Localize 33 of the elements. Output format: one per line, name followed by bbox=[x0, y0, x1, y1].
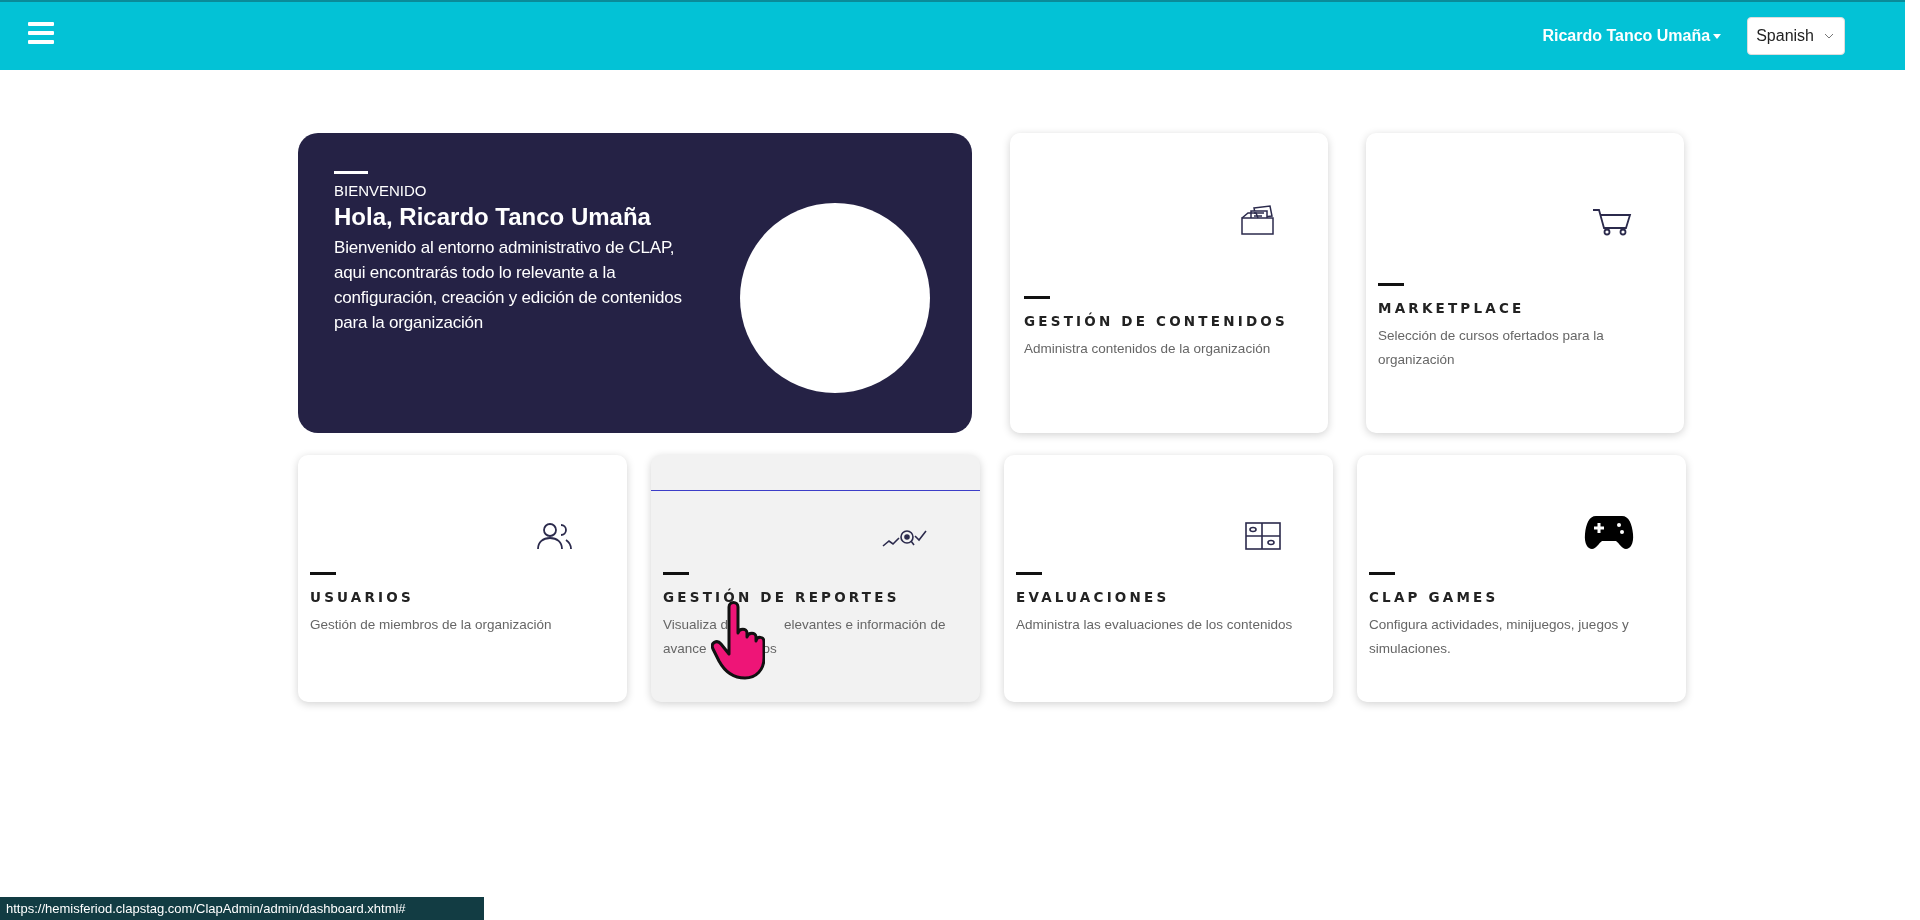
grid-icon bbox=[1245, 522, 1281, 550]
card-title: GESTIÓN DE REPORTES bbox=[663, 589, 901, 605]
card-description: Selección de cursos ofertados para la organización bbox=[1378, 327, 1605, 369]
card-description: elevantes e información de bbox=[784, 616, 946, 634]
language-select[interactable]: Spanish bbox=[1747, 17, 1845, 55]
card-title: EVALUACIONES bbox=[1016, 589, 1171, 605]
card-title: GESTIÓN DE CONTENIDOS bbox=[1024, 313, 1289, 329]
card-description: Gestión de miembros de la organización bbox=[310, 616, 553, 634]
welcome-heading: Hola, Ricardo Tanco Umaña bbox=[334, 203, 652, 231]
status-url: https://hemisferiod.clapstag.com/ClapAdmin/admin/dashboard.xhtml# bbox=[0, 897, 484, 920]
card-title: USUARIOS bbox=[310, 589, 415, 605]
cart-icon bbox=[1592, 208, 1632, 236]
card-description: Administra las evaluaciones de los contenidos bbox=[1016, 616, 1294, 634]
welcome-eyebrow: BIENVENIDO bbox=[334, 182, 428, 199]
card-title: CLAP GAMES bbox=[1369, 589, 1500, 605]
welcome-text: Bienvenido al entorno administrativo de CLAP, aqui encontrarás todo lo relevante a la configuración, creación y edición de contenidos para la organización bbox=[334, 237, 683, 334]
card-description: Visualiza d bbox=[663, 616, 729, 634]
menu-icon[interactable] bbox=[28, 22, 54, 44]
module-card[interactable]: USUARIOS Gestión de miembros de la organización bbox=[298, 455, 627, 702]
module-card[interactable]: CLAP GAMES Configura actividades, minijuegos, juegos y simulaciones. bbox=[1357, 455, 1686, 702]
card-description: Configura actividades, minijuegos, juegos y simulaciones. bbox=[1369, 616, 1630, 658]
module-card[interactable]: EVALUACIONES Administra las evaluaciones de los contenidos bbox=[1004, 455, 1333, 702]
users-icon bbox=[535, 522, 575, 550]
folder-icon bbox=[1240, 204, 1276, 236]
module-card[interactable]: MARKETPLACE Selección de cursos ofertados para la organización bbox=[1366, 133, 1684, 433]
card-description: avance bbox=[663, 640, 707, 658]
caret-icon bbox=[1713, 33, 1722, 39]
gamepad-icon bbox=[1584, 514, 1634, 550]
card-title: MARKETPLACE bbox=[1378, 300, 1526, 316]
card-description: Administra contenidos de la organización bbox=[1024, 340, 1272, 358]
chart-search-icon bbox=[882, 528, 928, 550]
module-card[interactable]: GESTIÓN DE CONTENIDOS Administra contenidos de la organización bbox=[1010, 133, 1328, 433]
chevron-down-icon bbox=[1824, 33, 1834, 39]
